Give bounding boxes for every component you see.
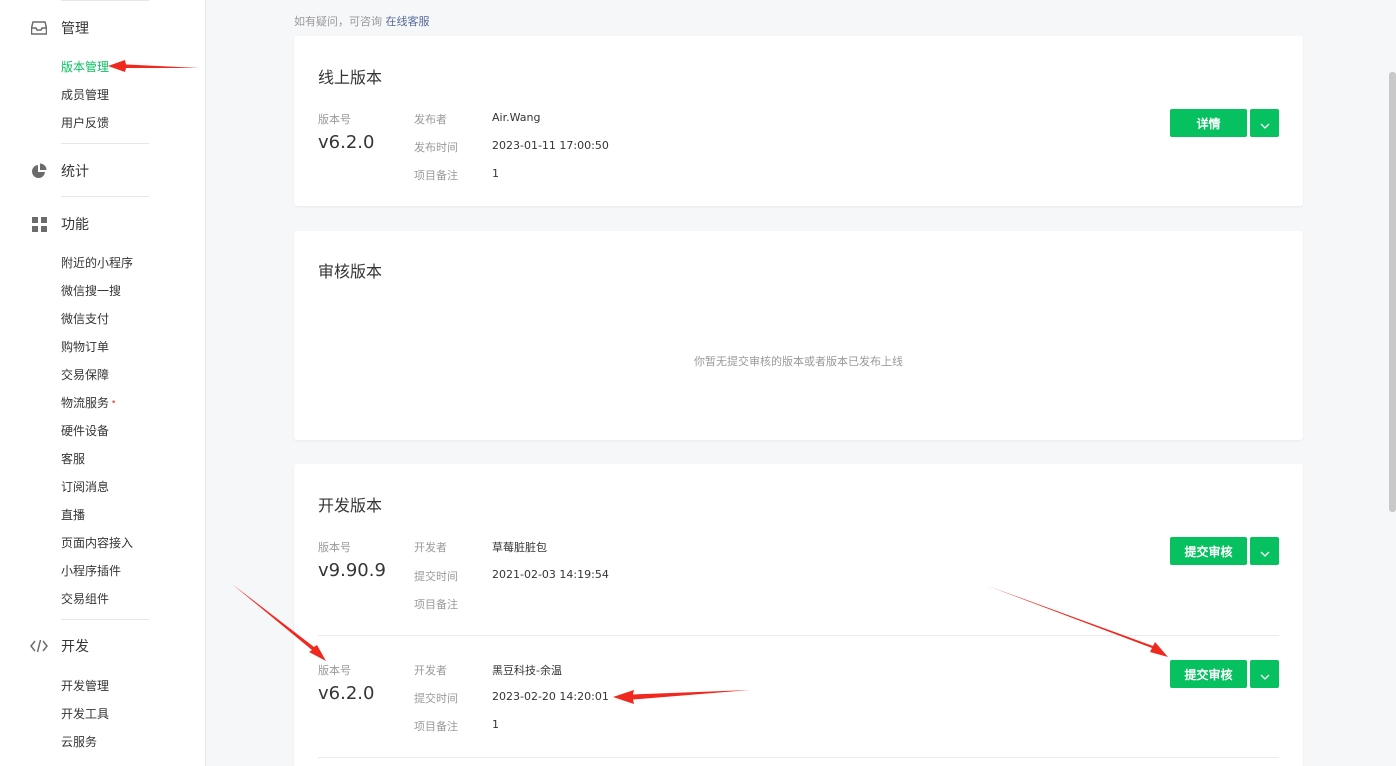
version-label: 版本号	[318, 113, 351, 126]
hint-text: 如有疑问，可咨询	[294, 15, 382, 28]
row-divider	[318, 635, 1279, 636]
sidebar-item-dev-tools[interactable]: 开发工具	[61, 706, 109, 722]
sidebar-item-trade[interactable]: 交易组件	[61, 591, 109, 607]
field-value: Air.Wang	[492, 111, 541, 124]
sidebar-item-member-manage[interactable]: 成员管理	[61, 87, 109, 103]
sidebar-item-nearby[interactable]: 附近的小程序	[61, 255, 133, 271]
field-value: 2023-02-20 14:20:01	[492, 690, 609, 703]
code-icon	[30, 637, 48, 655]
sidebar-item-hardware[interactable]: 硬件设备	[61, 423, 109, 439]
review-version-card: 审核版本 你暂无提交审核的版本或者版本已发布上线	[294, 231, 1303, 440]
page-scrollbar[interactable]	[1389, 72, 1396, 512]
sidebar-item-label: 物流服务	[61, 396, 110, 410]
details-button[interactable]: 详情	[1170, 109, 1247, 137]
field-label: 项目备注	[414, 720, 458, 733]
divider	[61, 196, 149, 197]
field-label: 开发者	[414, 664, 447, 677]
sidebar-item-search[interactable]: 微信搜一搜	[61, 283, 121, 299]
version-label: 版本号	[318, 541, 351, 554]
section-manage[interactable]: 管理	[30, 16, 89, 40]
sidebar: 管理 版本管理 成员管理 用户反馈 统计 功能 附近的小程序 微信搜一搜 微信支…	[0, 0, 206, 766]
submit-review-button[interactable]: 提交审核	[1170, 537, 1247, 565]
pie-chart-icon	[30, 162, 48, 180]
section-label: 开发	[61, 639, 89, 655]
sidebar-item-cloud[interactable]: 云服务	[61, 734, 97, 750]
field-value: 黑豆科技-余温	[492, 664, 562, 677]
field-value: 草莓脏脏包	[492, 541, 547, 554]
field-label: 发布者	[414, 113, 447, 126]
field-value: 1	[492, 167, 499, 180]
row-divider	[318, 757, 1279, 758]
new-badge: •	[111, 398, 117, 408]
divider	[61, 619, 149, 620]
sidebar-item-subscribe[interactable]: 订阅消息	[61, 479, 109, 495]
sidebar-item-service[interactable]: 客服	[61, 451, 85, 467]
version-label: 版本号	[318, 664, 351, 677]
field-label: 提交时间	[414, 570, 458, 583]
chevron-down-icon	[1260, 542, 1270, 561]
version-number: v6.2.0	[318, 132, 375, 153]
sidebar-item-live[interactable]: 直播	[61, 507, 85, 523]
field-value: 2023-01-11 17:00:50	[492, 139, 609, 152]
chevron-down-icon	[1260, 114, 1270, 133]
divider	[61, 0, 149, 1]
inbox-icon	[30, 19, 48, 37]
empty-state-text: 你暂无提交审核的版本或者版本已发布上线	[694, 355, 903, 368]
sidebar-item-plugin[interactable]: 小程序插件	[61, 563, 121, 579]
section-develop[interactable]: 开发	[30, 634, 89, 658]
sidebar-item-feedback[interactable]: 用户反馈	[61, 115, 109, 131]
field-value: 1	[492, 718, 499, 731]
online-service-link[interactable]: 在线客服	[386, 15, 430, 28]
dev-version-card: 开发版本 版本号 v9.90.9 开发者 草莓脏脏包 提交时间 2021-02-…	[294, 464, 1303, 766]
help-hint: 如有疑问，可咨询 在线客服	[294, 13, 430, 29]
more-dropdown-button[interactable]	[1250, 537, 1279, 565]
field-label: 发布时间	[414, 141, 458, 154]
card-title: 审核版本	[318, 262, 383, 281]
field-label: 项目备注	[414, 169, 458, 182]
sidebar-item-orders[interactable]: 购物订单	[61, 339, 109, 355]
divider	[61, 143, 149, 144]
section-label: 功能	[61, 217, 89, 233]
sidebar-item-guarantee[interactable]: 交易保障	[61, 367, 109, 383]
version-number: v9.90.9	[318, 560, 386, 581]
field-label: 开发者	[414, 541, 447, 554]
card-title: 线上版本	[318, 68, 383, 87]
sidebar-item-pay[interactable]: 微信支付	[61, 311, 109, 327]
section-stats[interactable]: 统计	[30, 159, 89, 183]
chevron-down-icon	[1260, 665, 1270, 684]
online-version-card: 线上版本 版本号 v6.2.0 发布者 Air.Wang 发布时间 2023-0…	[294, 36, 1303, 206]
more-dropdown-button[interactable]	[1250, 660, 1279, 688]
sidebar-item-logistics[interactable]: 物流服务 •	[61, 395, 116, 411]
sidebar-item-content[interactable]: 页面内容接入	[61, 535, 133, 551]
version-number: v6.2.0	[318, 683, 375, 704]
sidebar-item-version-manage[interactable]: 版本管理	[61, 59, 109, 75]
grid-icon	[30, 215, 48, 233]
field-value: 2021-02-03 14:19:54	[492, 568, 609, 581]
section-label: 统计	[61, 164, 89, 180]
field-label: 提交时间	[414, 692, 458, 705]
more-dropdown-button[interactable]	[1250, 109, 1279, 137]
field-label: 项目备注	[414, 598, 458, 611]
submit-review-button[interactable]: 提交审核	[1170, 660, 1247, 688]
section-label: 管理	[61, 21, 89, 37]
sidebar-item-dev-manage[interactable]: 开发管理	[61, 678, 109, 694]
card-title: 开发版本	[318, 496, 383, 515]
section-features[interactable]: 功能	[30, 212, 89, 236]
